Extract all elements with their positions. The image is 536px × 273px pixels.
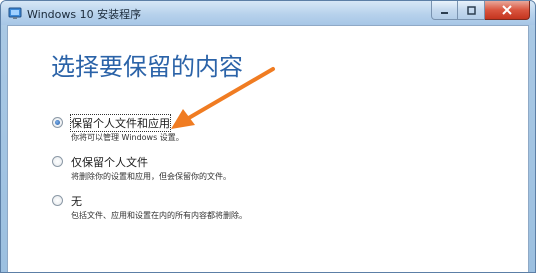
maximize-button[interactable] — [458, 1, 485, 20]
radio-nothing[interactable] — [52, 195, 63, 206]
setup-window: Windows 10 安装程序 选择要保留的内容 保留个人文件和应用 你将可以管… — [0, 0, 536, 273]
orange-arrow-annotation — [171, 67, 275, 129]
window-title: Windows 10 安装程序 — [27, 8, 142, 21]
option-description: 包括文件、应用和设置在内的所有内容都将删除。 — [71, 211, 247, 220]
minimize-icon — [441, 11, 448, 14]
radio-keep-files-only[interactable] — [52, 156, 63, 167]
option-label[interactable]: 保留个人文件和应用 — [70, 114, 171, 132]
maximize-icon — [466, 5, 476, 15]
option-label[interactable]: 仅保留个人文件 — [71, 154, 148, 170]
radio-keep-files-and-apps[interactable] — [52, 117, 63, 128]
title-bar[interactable]: Windows 10 安装程序 — [1, 1, 535, 25]
close-button[interactable] — [485, 1, 530, 20]
window-controls — [431, 1, 530, 21]
close-icon — [502, 5, 512, 15]
option-label[interactable]: 无 — [71, 193, 82, 209]
setup-icon — [8, 7, 22, 19]
minimize-button[interactable] — [431, 1, 458, 20]
option-description: 将删除你的设置和应用，但会保留你的文件。 — [71, 172, 231, 181]
